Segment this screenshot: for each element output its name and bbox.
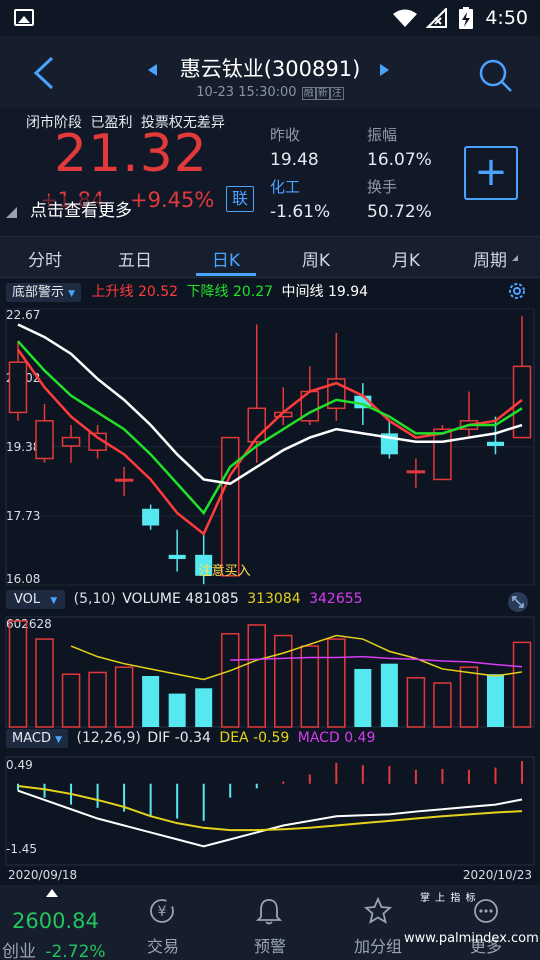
- panel-frame: [5, 616, 535, 728]
- nav-trade[interactable]: 交易: [118, 933, 208, 957]
- tab-daily-k[interactable]: 日K: [186, 246, 266, 271]
- date-start-label: 2020/09/18: [8, 868, 77, 882]
- stock-header: 惠云钛业(300891) 10-23 15:30:00 融新注: [0, 36, 540, 108]
- volume-bar: [354, 668, 372, 727]
- corner-triangle-icon: [6, 207, 17, 218]
- stock-datetime-row: 10-23 15:30:00 融新注: [0, 84, 540, 100]
- battery-icon: [459, 7, 473, 29]
- index-name: 创业: [2, 942, 36, 960]
- quote-datetime: 10-23 15:30:00: [196, 85, 297, 100]
- wifi-icon: [393, 9, 417, 27]
- vol-ma10-line: [230, 655, 523, 668]
- volume-bar: [486, 674, 504, 727]
- sector-label[interactable]: 化工: [270, 176, 300, 197]
- tab-monthly-k[interactable]: 月K: [366, 246, 446, 271]
- last-price: 21.32: [54, 124, 208, 184]
- trade-yen-icon[interactable]: ¥: [148, 897, 176, 925]
- amplitude-label: 振幅: [367, 126, 398, 144]
- candle-body: [486, 441, 504, 446]
- turnover-value: 50.72%: [367, 202, 432, 222]
- volume-bar: [274, 634, 293, 728]
- kline-chart-area[interactable]: 底部警示 ▼ 上升线 20.52 下降线 20.27 中间线 19.94 VOL…: [0, 279, 540, 885]
- tab-intraday[interactable]: 分时: [5, 246, 85, 271]
- clock: 4:50: [485, 7, 528, 29]
- index-change: -2.72%: [45, 942, 106, 960]
- tab-period[interactable]: 周期: [450, 246, 530, 271]
- link-button[interactable]: 联: [226, 186, 254, 212]
- volume-bar: [433, 682, 452, 728]
- status-bar: 4:50: [0, 0, 540, 36]
- prev-close-label: 昨收: [270, 126, 301, 144]
- period-tabs: 分时 五日 日K 周K 月K 周期: [0, 236, 540, 278]
- index-value[interactable]: 2600.84: [12, 909, 99, 933]
- vol-y-max-label: 602628: [6, 617, 52, 631]
- candle-body: [35, 420, 54, 460]
- dropdown-corner-icon: [512, 255, 518, 261]
- index-summary[interactable]: 创业 -2.72%: [2, 937, 106, 960]
- turnover-label: 换手: [367, 178, 398, 196]
- candle-body: [168, 554, 186, 560]
- nav-alert[interactable]: 预警: [225, 933, 315, 957]
- y-axis-label: 17.73: [6, 509, 40, 523]
- active-tab-indicator: [196, 273, 256, 276]
- watermark-url: www.palmindex.com: [404, 931, 539, 946]
- bell-icon[interactable]: [256, 897, 282, 925]
- watermark-title: 掌 上 指 标: [420, 893, 477, 904]
- panel-frame: [5, 756, 535, 866]
- volume-bar: [195, 688, 213, 727]
- volume-bar: [142, 675, 160, 727]
- signal-icon: [426, 8, 447, 28]
- macd-y-top-label: 0.49: [6, 758, 33, 772]
- add-watchlist-button[interactable]: +: [464, 146, 518, 200]
- y-axis-label: 19.38: [6, 440, 40, 454]
- amplitude-value: 16.07%: [367, 150, 432, 170]
- price-change-pct: +9.45%: [130, 188, 215, 212]
- volume-bar: [168, 693, 186, 727]
- candle-body: [433, 428, 452, 481]
- candle-body: [220, 436, 240, 577]
- badge-margin: 融: [301, 87, 316, 100]
- volume-bar: [220, 633, 240, 728]
- expand-up-icon[interactable]: [46, 889, 58, 897]
- kline-svg: 22.6721.0219.3817.7316.08注意买入6026280.49-…: [5, 308, 535, 882]
- volume-bar: [114, 666, 134, 728]
- volume-bar: [8, 620, 28, 728]
- gallery-icon: [14, 9, 34, 26]
- indicator-line: [17, 340, 523, 516]
- y-axis-label: 16.08: [6, 572, 40, 586]
- stock-title: 惠云钛业(300891): [179, 57, 361, 81]
- volume-bar: [247, 624, 266, 728]
- svg-text:¥: ¥: [158, 904, 167, 920]
- search-icon[interactable]: [478, 58, 514, 94]
- candle-body: [142, 508, 160, 526]
- volume-bar: [327, 638, 346, 728]
- view-more-link[interactable]: 点击查看更多: [30, 196, 132, 221]
- volume-bar: [88, 671, 107, 728]
- buy-signal-annotation: 注意买入: [199, 563, 251, 579]
- volume-bar: [380, 663, 398, 727]
- prev-close-value: 19.48: [270, 150, 319, 170]
- y-axis-label: 22.67: [6, 308, 40, 322]
- candle-body: [61, 436, 81, 447]
- bottom-nav: 2600.84 创业 -2.72% ¥ 交易 预警 加分组 更多 掌 上 指 标…: [0, 885, 540, 960]
- tab-five-day[interactable]: 五日: [95, 246, 175, 271]
- sector-value: -1.61%: [270, 202, 331, 222]
- volume-bar: [35, 638, 54, 728]
- tab-weekly-k[interactable]: 周K: [276, 246, 356, 271]
- candle-body: [8, 361, 28, 414]
- macd-y-bottom-label: -1.45: [6, 842, 37, 856]
- candle-body: [114, 478, 134, 482]
- candle-body: [406, 470, 426, 474]
- volume-bar: [459, 666, 479, 728]
- date-end-label: 2020/10/23: [463, 868, 532, 882]
- volume-bar: [406, 676, 426, 728]
- volume-bar: [512, 641, 532, 728]
- badge-new: 新: [315, 87, 330, 100]
- quote-panel: 闭市阶段 已盈利 投票权无差异 21.32 +1.84 +9.45% 联 点击查…: [0, 108, 540, 236]
- volume-bar: [61, 673, 81, 728]
- badge-registered: 注: [329, 87, 344, 100]
- star-icon[interactable]: [364, 897, 392, 925]
